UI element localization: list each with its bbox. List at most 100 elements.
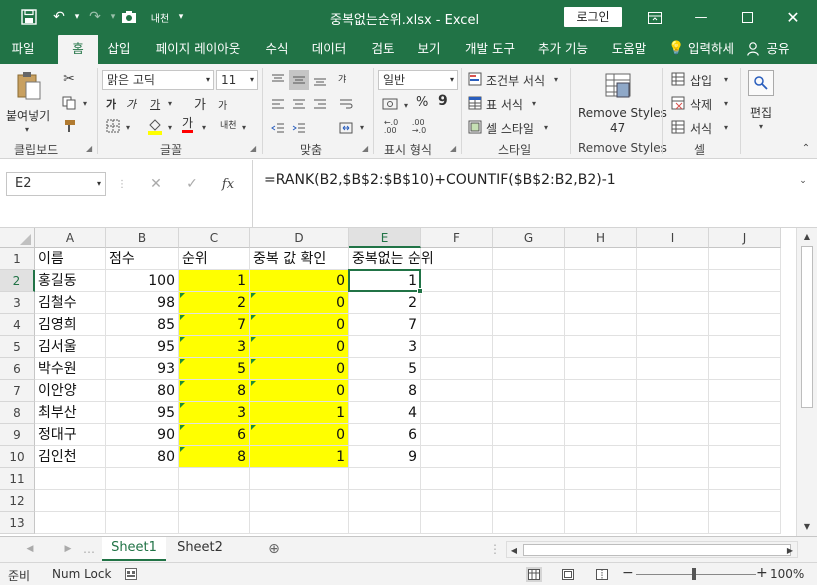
remove-styles-icon[interactable] bbox=[602, 70, 634, 102]
error-indicator-icon[interactable] bbox=[251, 293, 256, 298]
ribbon-display-icon[interactable] bbox=[632, 0, 678, 35]
format-dropdown-icon[interactable]: ▾ bbox=[722, 120, 730, 134]
cell-c12[interactable] bbox=[179, 490, 250, 512]
scroll-down-icon[interactable]: ▼ bbox=[802, 520, 812, 532]
cell-g1[interactable] bbox=[493, 248, 565, 270]
merge-center-icon[interactable] bbox=[336, 118, 356, 138]
cell-c5[interactable]: 3 bbox=[179, 336, 250, 358]
cell-a9[interactable]: 정대구 bbox=[35, 424, 106, 446]
tab-file[interactable]: 파일 bbox=[0, 35, 46, 64]
number-launcher-icon[interactable]: ◢ bbox=[450, 144, 456, 153]
cell-a10[interactable]: 김인천 bbox=[35, 446, 106, 468]
cell-a5[interactable]: 김서울 bbox=[35, 336, 106, 358]
worksheet-grid[interactable]: ABCDEFGHIJ 1 2 3 4 5 6 7 8 9 10 11 12 13 이름 점수 순위 중복 값 … bbox=[0, 228, 817, 536]
cell-j2[interactable] bbox=[709, 270, 781, 292]
align-bottom-icon[interactable] bbox=[310, 70, 330, 90]
cell-c3[interactable]: 2 bbox=[179, 292, 250, 314]
cell-f11[interactable] bbox=[421, 468, 493, 490]
cell-e7[interactable]: 8 bbox=[349, 380, 421, 402]
error-indicator-icon[interactable] bbox=[180, 293, 185, 298]
cell-h4[interactable] bbox=[565, 314, 637, 336]
cell-d10[interactable]: 1 bbox=[250, 446, 349, 468]
cell-a7[interactable]: 이안양 bbox=[35, 380, 106, 402]
cell-f9[interactable] bbox=[421, 424, 493, 446]
next-sheet-icon[interactable]: ▶ bbox=[62, 543, 74, 555]
scroll-left-icon[interactable]: ◀ bbox=[509, 544, 519, 556]
decrease-indent-icon[interactable] bbox=[268, 118, 288, 138]
clipboard-launcher-icon[interactable]: ◢ bbox=[86, 144, 92, 153]
cell-b1[interactable]: 점수 bbox=[106, 248, 179, 270]
cell-f5[interactable] bbox=[421, 336, 493, 358]
tab-developer[interactable]: 개발 도구 bbox=[456, 35, 524, 64]
cell-i5[interactable] bbox=[637, 336, 709, 358]
format-painter-icon[interactable] bbox=[60, 117, 78, 135]
cell-f2[interactable] bbox=[421, 270, 493, 292]
fill-color-dropdown-icon[interactable]: ▾ bbox=[166, 120, 174, 134]
cell-i1[interactable] bbox=[637, 248, 709, 270]
wrap-text-icon[interactable] bbox=[336, 94, 356, 114]
cell-f8[interactable] bbox=[421, 402, 493, 424]
login-button[interactable]: 로그인 bbox=[564, 7, 622, 27]
share-button[interactable]: 공유 bbox=[762, 35, 794, 64]
cell-g7[interactable] bbox=[493, 380, 565, 402]
cell-h10[interactable] bbox=[565, 446, 637, 468]
row-header-3[interactable]: 3 bbox=[0, 292, 35, 314]
zoom-in-icon[interactable]: + bbox=[756, 565, 768, 581]
redo-icon[interactable]: ↷ bbox=[86, 8, 104, 26]
normal-view-icon[interactable] bbox=[526, 567, 542, 582]
cell-a6[interactable]: 박수원 bbox=[35, 358, 106, 380]
editing-button[interactable]: 편집 bbox=[750, 104, 772, 121]
conditional-format-icon[interactable] bbox=[466, 70, 484, 88]
tell-me-input[interactable]: 입력하세 bbox=[684, 35, 738, 64]
cell-e3[interactable]: 2 bbox=[349, 292, 421, 314]
underline-button[interactable]: 가 bbox=[150, 96, 160, 112]
cell-f4[interactable] bbox=[421, 314, 493, 336]
close-icon[interactable]: ✕ bbox=[770, 0, 816, 35]
fill-handle[interactable] bbox=[417, 288, 423, 294]
cell-j1[interactable] bbox=[709, 248, 781, 270]
cell-e13[interactable] bbox=[349, 512, 421, 534]
error-indicator-icon[interactable] bbox=[180, 315, 185, 320]
cell-c7[interactable]: 8 bbox=[179, 380, 250, 402]
cell-styles-dropdown-icon[interactable]: ▾ bbox=[542, 120, 550, 134]
font-launcher-icon[interactable]: ◢ bbox=[250, 144, 256, 153]
cell-h2[interactable] bbox=[565, 270, 637, 292]
cell-c13[interactable] bbox=[179, 512, 250, 534]
cell-d3[interactable]: 0 bbox=[250, 292, 349, 314]
row-header-13[interactable]: 13 bbox=[0, 512, 35, 534]
row-header-4[interactable]: 4 bbox=[0, 314, 35, 336]
cell-c11[interactable] bbox=[179, 468, 250, 490]
comma-style-button[interactable]: 9 bbox=[438, 93, 448, 109]
format-cells-icon[interactable] bbox=[670, 118, 686, 136]
row-header-11[interactable]: 11 bbox=[0, 468, 35, 490]
percent-button[interactable]: % bbox=[416, 95, 428, 110]
cell-f3[interactable] bbox=[421, 292, 493, 314]
cell-e2[interactable]: 1 bbox=[349, 270, 421, 292]
orientation-button[interactable]: 갸 bbox=[338, 72, 346, 85]
tab-addins[interactable]: 추가 기능 bbox=[530, 35, 596, 64]
cell-h12[interactable] bbox=[565, 490, 637, 512]
increase-indent-icon[interactable] bbox=[289, 118, 309, 138]
cell-d8[interactable]: 1 bbox=[250, 402, 349, 424]
cell-d12[interactable] bbox=[250, 490, 349, 512]
cell-c9[interactable]: 6 bbox=[179, 424, 250, 446]
camera-icon[interactable] bbox=[120, 8, 138, 26]
cell-a2[interactable]: 홍길동 bbox=[35, 270, 106, 292]
page-break-view-icon[interactable] bbox=[594, 567, 610, 582]
remove-styles-button[interactable]: Remove Styles bbox=[578, 106, 667, 120]
column-header-i[interactable]: I bbox=[637, 228, 709, 248]
cell-f13[interactable] bbox=[421, 512, 493, 534]
paste-button[interactable]: 붙여넣기 bbox=[6, 107, 50, 124]
format-as-table-button[interactable]: 표 서식 bbox=[486, 96, 523, 113]
cell-c8[interactable]: 3 bbox=[179, 402, 250, 424]
cancel-formula-icon[interactable]: ✕ bbox=[146, 174, 166, 194]
error-indicator-icon[interactable] bbox=[180, 425, 185, 430]
cell-i2[interactable] bbox=[637, 270, 709, 292]
border-icon[interactable] bbox=[104, 118, 122, 134]
hscroll-split-icon[interactable]: ⋮ bbox=[489, 541, 501, 557]
copy-dropdown-icon[interactable]: ▾ bbox=[80, 94, 90, 112]
cell-c2[interactable]: 1 bbox=[179, 270, 250, 292]
customize-qat-icon[interactable]: ▾ bbox=[172, 8, 190, 26]
cell-f7[interactable] bbox=[421, 380, 493, 402]
border-dropdown-icon[interactable]: ▾ bbox=[124, 120, 132, 134]
